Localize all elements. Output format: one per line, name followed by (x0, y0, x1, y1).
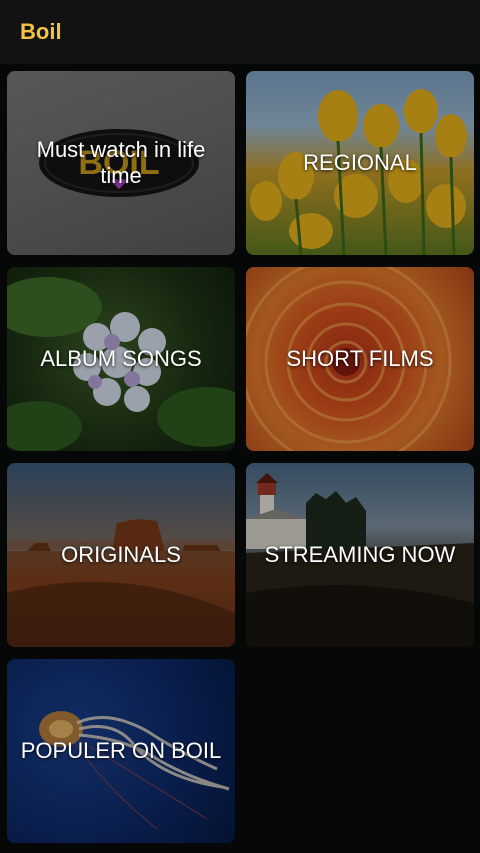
category-grid: BOIL Must watch in life time REGIONAL AL… (0, 64, 480, 853)
category-label: STREAMING NOW (264, 542, 456, 567)
category-tile-streaming-now[interactable]: STREAMING NOW (246, 463, 474, 647)
category-label: POPULER ON BOIL (20, 738, 222, 763)
category-tile-originals[interactable]: ORIGINALS (7, 463, 235, 647)
category-tile-populer-on-boil[interactable]: POPULER ON BOIL (7, 659, 235, 843)
category-label: REGIONAL (303, 150, 417, 175)
category-tile-short-films[interactable]: SHORT FILMS (246, 267, 474, 451)
category-label: ORIGINALS (61, 542, 181, 567)
category-tile-regional[interactable]: REGIONAL (246, 71, 474, 255)
category-label: ALBUM SONGS (40, 346, 202, 371)
category-tile-must-watch[interactable]: BOIL Must watch in life time (7, 71, 235, 255)
category-label: Must watch in life time (36, 137, 206, 188)
category-label: SHORT FILMS (286, 346, 434, 371)
app-bar: Boil (0, 0, 480, 64)
app-title: Boil (20, 19, 62, 44)
category-tile-album-songs[interactable]: ALBUM SONGS (7, 267, 235, 451)
